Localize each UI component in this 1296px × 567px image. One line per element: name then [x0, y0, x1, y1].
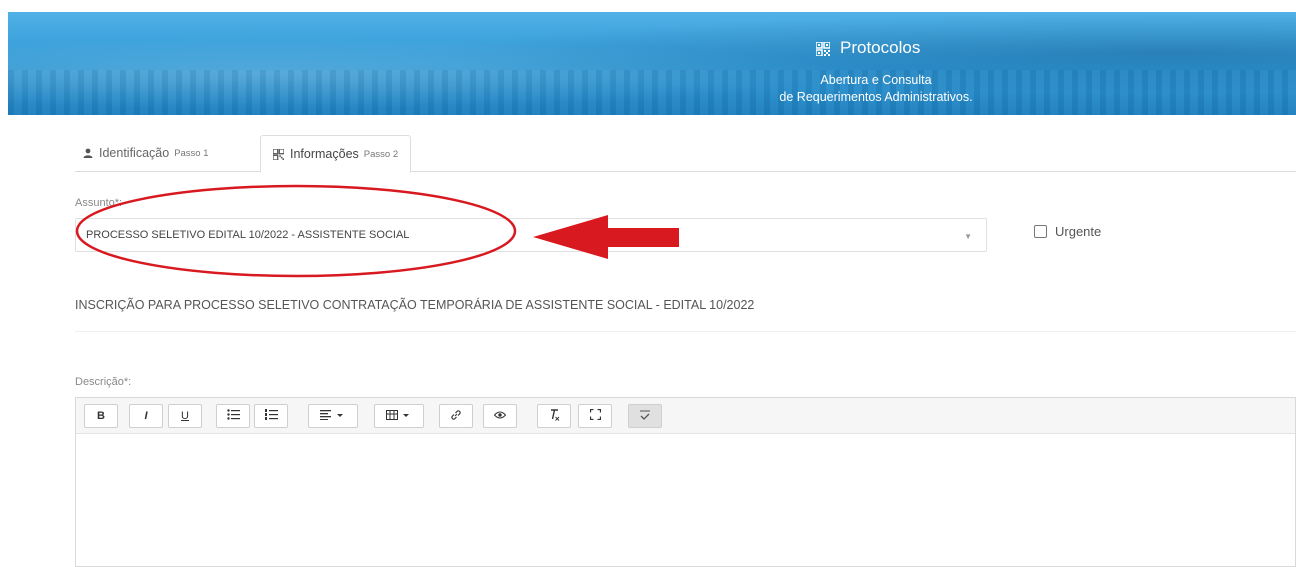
- align-dropdown-button[interactable]: [308, 404, 358, 428]
- user-icon: [83, 148, 93, 158]
- clear-format-icon: [548, 408, 560, 424]
- tab-identificacao-label: Identificação: [99, 146, 170, 160]
- assunto-description: INSCRIÇÃO PARA PROCESSO SELETIVO CONTRAT…: [75, 298, 755, 312]
- tab-informacoes-label: Informações: [290, 147, 359, 161]
- banner-subtitle-line2: de Requerimentos Administrativos.: [779, 90, 973, 104]
- bold-icon: B: [97, 410, 105, 422]
- tab-informacoes[interactable]: Informações Passo 2: [260, 135, 412, 173]
- caret-down-icon: ▼: [964, 232, 972, 241]
- italic-button[interactable]: I: [129, 404, 163, 428]
- descricao-editor[interactable]: B I U: [75, 397, 1296, 567]
- italic-icon: I: [144, 410, 148, 422]
- banner-title-text: Protocolos: [840, 38, 921, 57]
- bullet-list-icon: [226, 409, 240, 423]
- spellcheck-button[interactable]: [628, 404, 662, 428]
- preview-button[interactable]: [483, 404, 517, 428]
- tab-identificacao-step: Passo 1: [174, 147, 209, 159]
- underline-button[interactable]: U: [168, 404, 202, 428]
- underline-icon: U: [181, 410, 189, 422]
- table-dropdown-button[interactable]: [374, 404, 424, 428]
- preview-icon: [493, 410, 507, 422]
- numbered-list-icon: [264, 409, 278, 423]
- link-button[interactable]: [439, 404, 473, 428]
- fullscreen-icon: [589, 408, 601, 423]
- qrcode-icon: [815, 41, 831, 57]
- banner-subtitle-line1: Abertura e Consulta: [820, 73, 932, 87]
- editor-toolbar: B I U: [76, 398, 1295, 434]
- bullet-list-button[interactable]: [216, 404, 250, 428]
- tab-identificacao[interactable]: Identificação Passo 1: [83, 135, 209, 171]
- banner-subtitle: Abertura e Consulta de Requerimentos Adm…: [726, 72, 1026, 106]
- link-icon: [450, 409, 462, 424]
- assunto-label: Assunto*:: [75, 197, 123, 209]
- urgente-label: Urgente: [1055, 224, 1102, 239]
- table-dropdown-icon: [386, 409, 412, 423]
- descricao-label: Descrição*:: [75, 376, 132, 388]
- align-dropdown-icon: [320, 409, 346, 423]
- urgente-option[interactable]: Urgente: [1034, 224, 1101, 239]
- numbered-list-button[interactable]: [254, 404, 288, 428]
- assunto-select[interactable]: PROCESSO SELETIVO EDITAL 10/2022 - ASSIS…: [75, 218, 987, 252]
- bold-button[interactable]: B: [84, 404, 118, 428]
- header-banner: Protocolos Abertura e Consulta de Requer…: [8, 12, 1296, 115]
- fullscreen-button[interactable]: [578, 404, 612, 428]
- urgente-checkbox[interactable]: [1034, 225, 1047, 238]
- clear-format-button[interactable]: [537, 404, 571, 428]
- tab-informacoes-step: Passo 2: [363, 148, 399, 160]
- spellcheck-icon: [639, 409, 651, 424]
- divider: [75, 331, 1296, 332]
- assunto-selected-value: PROCESSO SELETIVO EDITAL 10/2022 - ASSIS…: [86, 229, 410, 241]
- step-tabs: Identificação Passo 1 Informações Passo …: [75, 135, 1296, 173]
- qrcode-icon: [273, 148, 284, 160]
- banner-title: Protocolos: [815, 38, 921, 58]
